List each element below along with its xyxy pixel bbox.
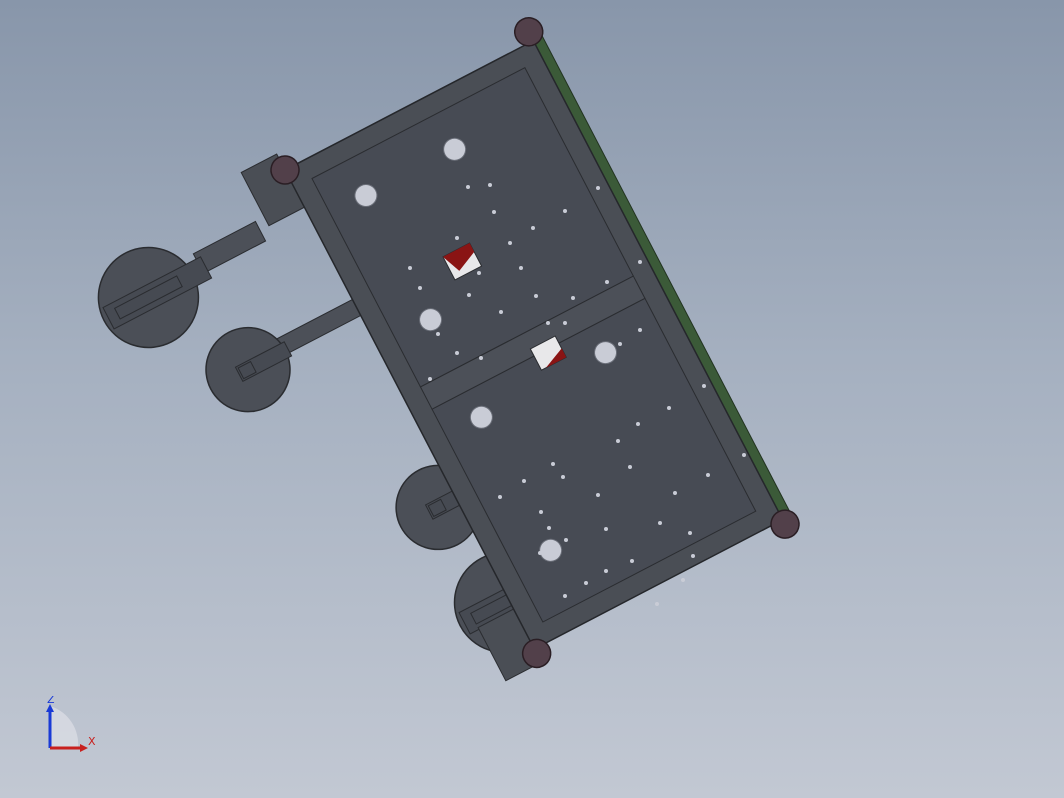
small-hole <box>546 321 550 325</box>
small-hole <box>436 332 440 336</box>
small-hole <box>706 473 710 477</box>
small-hole <box>551 462 555 466</box>
small-hole <box>492 210 496 214</box>
small-hole <box>479 356 483 360</box>
small-hole <box>561 475 565 479</box>
small-hole <box>534 294 538 298</box>
x-axis-label: X <box>88 735 96 748</box>
small-hole <box>522 479 526 483</box>
small-hole <box>547 526 551 530</box>
small-hole <box>638 260 642 264</box>
small-hole <box>467 293 471 297</box>
small-hole <box>477 271 481 275</box>
small-hole <box>466 185 470 189</box>
cad-model-view[interactable] <box>0 0 1064 798</box>
small-hole <box>488 183 492 187</box>
small-hole <box>655 602 659 606</box>
small-hole <box>564 538 568 542</box>
small-hole <box>636 422 640 426</box>
small-hole <box>618 342 622 346</box>
small-hole <box>563 209 567 213</box>
small-hole <box>408 266 412 270</box>
small-hole <box>538 551 542 555</box>
small-hole <box>539 510 543 514</box>
small-hole <box>673 491 677 495</box>
small-hole <box>432 316 436 320</box>
small-hole <box>596 493 600 497</box>
small-hole <box>630 559 634 563</box>
small-hole <box>638 328 642 332</box>
small-hole <box>604 527 608 531</box>
small-hole <box>604 569 608 573</box>
small-hole <box>628 465 632 469</box>
small-hole <box>571 296 575 300</box>
small-hole <box>596 186 600 190</box>
small-hole <box>702 384 706 388</box>
small-hole <box>519 266 523 270</box>
cad-viewport[interactable]: Z X <box>0 0 1064 798</box>
small-hole <box>508 241 512 245</box>
small-hole <box>658 521 662 525</box>
small-hole <box>667 406 671 410</box>
small-hole <box>742 453 746 457</box>
small-hole <box>616 439 620 443</box>
small-hole <box>498 495 502 499</box>
triad-quadrant <box>50 706 79 748</box>
x-arrow <box>80 744 88 752</box>
small-hole <box>428 377 432 381</box>
small-hole <box>531 226 535 230</box>
small-hole <box>681 578 685 582</box>
axis-triad[interactable]: Z X <box>38 696 98 756</box>
small-hole <box>563 321 567 325</box>
small-hole <box>563 594 567 598</box>
small-hole <box>455 236 459 240</box>
small-hole <box>418 286 422 290</box>
small-hole <box>455 351 459 355</box>
z-axis-label: Z <box>47 696 55 706</box>
small-hole <box>691 554 695 558</box>
small-hole <box>584 581 588 585</box>
small-hole <box>499 310 503 314</box>
small-hole <box>688 531 692 535</box>
small-hole <box>605 280 609 284</box>
